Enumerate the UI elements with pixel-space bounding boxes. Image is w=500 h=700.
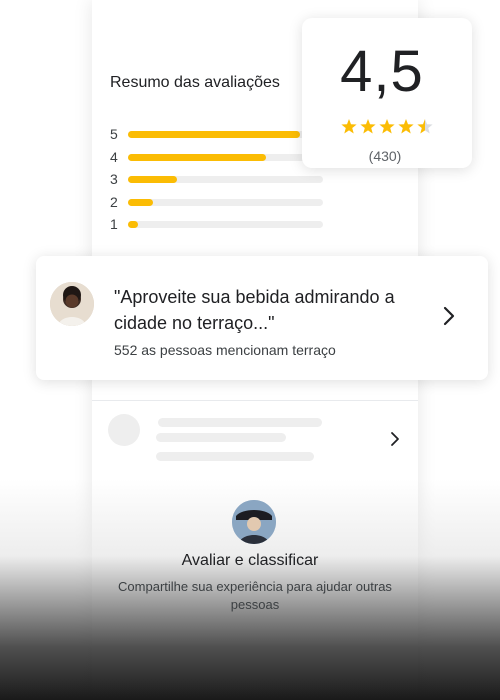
rating-bar-fill xyxy=(128,176,177,183)
rate-and-review-subtitle: Compartilhe sua experiência para ajudar … xyxy=(118,579,392,612)
placeholder-line xyxy=(158,418,322,427)
rating-bar-row: 3 xyxy=(110,171,330,187)
rating-bar-fill xyxy=(128,131,300,138)
rating-bar-row: 4 xyxy=(110,148,330,165)
summary-title: Resumo das avaliações xyxy=(110,74,280,91)
rating-bar-row: 2 xyxy=(110,193,330,210)
review-highlight-card[interactable]: "Aproveite sua bebida admirando a cidade… xyxy=(36,256,488,380)
mentions-count: 552 as pessoas mencionam terraço xyxy=(114,342,336,358)
rating-bar-fill xyxy=(128,221,138,228)
rating-bar-label: 4 xyxy=(110,148,118,165)
rating-bar-row: 1 xyxy=(110,216,330,232)
rating-bar-label: 2 xyxy=(110,193,118,210)
review-quote: "Aproveite sua bebida admirando a cidade… xyxy=(114,287,395,333)
overall-rating-card: 4,5 (430) xyxy=(302,18,472,168)
reviewer-avatar xyxy=(50,282,94,326)
rating-bar-label: 3 xyxy=(110,171,118,187)
star-icon xyxy=(360,119,376,134)
user-avatar xyxy=(232,500,276,544)
rating-bar-track xyxy=(128,131,323,138)
placeholder-avatar xyxy=(108,414,140,446)
rating-value: 4,5 xyxy=(340,39,424,104)
star-icon xyxy=(341,119,357,134)
rating-bar-track xyxy=(128,198,323,206)
divider xyxy=(92,400,418,401)
rating-bar-fill xyxy=(128,153,267,161)
rating-bar-label: 5 xyxy=(110,126,118,142)
placeholder-line xyxy=(156,433,286,442)
review-count: (430) xyxy=(368,148,402,164)
rating-bar-track xyxy=(128,221,323,228)
star-icon xyxy=(398,119,414,134)
star-icon xyxy=(379,119,395,134)
rating-bar-label: 1 xyxy=(110,216,118,232)
star-rating xyxy=(341,119,433,134)
chevron-right-icon[interactable] xyxy=(440,304,458,328)
rating-bar-track xyxy=(128,176,323,183)
rating-bar-fill xyxy=(128,198,154,206)
rate-and-review-title[interactable]: Avaliar e classificar xyxy=(0,552,500,570)
rating-bar-track xyxy=(128,153,323,161)
rating-bar-row: 5 xyxy=(110,126,330,142)
chevron-right-icon[interactable] xyxy=(388,430,402,448)
star-icon xyxy=(417,119,433,134)
